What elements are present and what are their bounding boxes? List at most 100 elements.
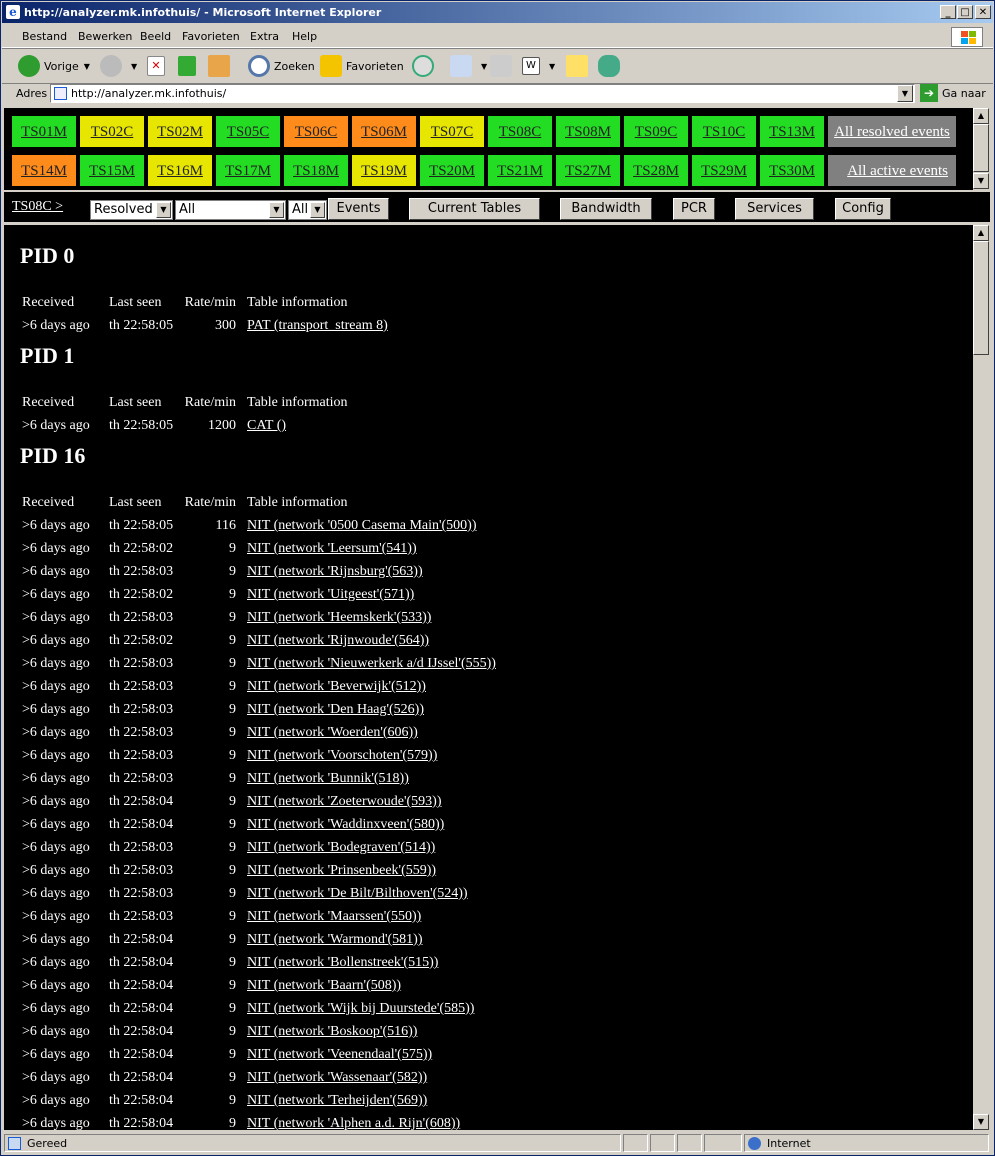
ts-tile-ts27m[interactable]: TS27M bbox=[555, 154, 621, 187]
table-info-link[interactable]: NIT (network 'Prinsenbeek'(559)) bbox=[247, 863, 436, 879]
menu-beeld[interactable]: Beeld bbox=[140, 30, 171, 43]
table-info-link[interactable]: NIT (network 'Wassenaar'(582)) bbox=[247, 1070, 427, 1086]
scroll-thumb[interactable] bbox=[973, 241, 989, 355]
ts-tile-ts02c[interactable]: TS02C bbox=[79, 115, 145, 148]
ts-tile-ts01m[interactable]: TS01M bbox=[11, 115, 77, 148]
scope-filter-select[interactable]: All ▼ bbox=[288, 200, 327, 220]
table-info-link[interactable]: NIT (network 'Baarn'(508)) bbox=[247, 978, 401, 994]
menu-favorieten[interactable]: Favorieten bbox=[182, 30, 240, 43]
menu-bestand[interactable]: Bestand bbox=[22, 30, 67, 43]
ts-tile-ts13m[interactable]: TS13M bbox=[759, 115, 825, 148]
table-info-link[interactable]: NIT (network 'Alphen a.d. Rijn'(608)) bbox=[247, 1116, 460, 1130]
ts-tile-ts06c[interactable]: TS06C bbox=[283, 115, 349, 148]
config-button[interactable]: Config bbox=[835, 198, 891, 220]
ts-tile-ts09c[interactable]: TS09C bbox=[623, 115, 689, 148]
table-info-link[interactable]: NIT (network 'Bollenstreek'(515)) bbox=[247, 955, 438, 971]
refresh-button[interactable] bbox=[178, 54, 200, 78]
type-filter-select[interactable]: All ▼ bbox=[175, 200, 286, 220]
search-button[interactable]: Zoeken bbox=[248, 54, 315, 78]
back-button[interactable]: Vorige ▼ bbox=[18, 54, 90, 78]
table-info-link[interactable]: NIT (network 'Bunnik'(518)) bbox=[247, 771, 409, 787]
printer-icon bbox=[490, 55, 512, 77]
table-info-link[interactable]: NIT (network 'Rijnwoude'(564)) bbox=[247, 633, 429, 649]
stop-button[interactable]: ✕ bbox=[147, 54, 169, 78]
address-field[interactable]: ▼ bbox=[50, 84, 915, 103]
ts-tile-ts28m[interactable]: TS28M bbox=[623, 154, 689, 187]
minimize-button[interactable]: _ bbox=[940, 5, 956, 19]
ts-tile-ts06m[interactable]: TS06M bbox=[351, 115, 417, 148]
ts-tile-ts19m[interactable]: TS19M bbox=[351, 154, 417, 187]
menu-bewerken[interactable]: Bewerken bbox=[78, 30, 132, 43]
table-info-link[interactable]: NIT (network 'Den Haag'(526)) bbox=[247, 702, 424, 718]
main-scrollbar[interactable]: ▲ ▼ bbox=[973, 225, 990, 1130]
ts-tile-ts20m[interactable]: TS20M bbox=[419, 154, 485, 187]
scroll-thumb[interactable] bbox=[973, 124, 989, 172]
ts-frame-scrollbar[interactable]: ▲ ▼ bbox=[973, 108, 990, 190]
table-info-link[interactable]: NIT (network '0500 Casema Main'(500)) bbox=[247, 518, 477, 534]
menu-extra[interactable]: Extra bbox=[250, 30, 279, 43]
table-info-link[interactable]: NIT (network 'Voorschoten'(579)) bbox=[247, 748, 437, 764]
table-info-link[interactable]: NIT (network 'Nieuwerkerk a/d IJssel'(55… bbox=[247, 656, 496, 672]
discuss-button[interactable] bbox=[566, 54, 592, 78]
table-info-link[interactable]: NIT (network 'Woerden'(606)) bbox=[247, 725, 418, 741]
table-info-link[interactable]: CAT () bbox=[247, 418, 286, 434]
forward-button[interactable]: ▼ bbox=[100, 54, 137, 78]
messenger-button[interactable] bbox=[598, 54, 624, 78]
table-info-link[interactable]: NIT (network 'Rijnsburg'(563)) bbox=[247, 564, 423, 580]
ts-tile-ts05c[interactable]: TS05C bbox=[215, 115, 281, 148]
table-info-link[interactable]: NIT (network 'Bodegraven'(514)) bbox=[247, 840, 435, 856]
mail-button[interactable]: ▼ bbox=[450, 54, 487, 78]
go-button[interactable]: ➔ Ga naar bbox=[920, 84, 986, 102]
state-filter-select[interactable]: Resolved ▼ bbox=[90, 200, 173, 220]
current-tables-button[interactable]: Current Tables bbox=[409, 198, 540, 220]
scroll-up-button[interactable]: ▲ bbox=[973, 225, 989, 241]
table-info-link[interactable]: NIT (network 'Wijk bij Duurstede'(585)) bbox=[247, 1001, 474, 1017]
ts-tile-ts21m[interactable]: TS21M bbox=[487, 154, 553, 187]
table-info-link[interactable]: NIT (network 'Uitgeest'(571)) bbox=[247, 587, 414, 603]
pcr-button[interactable]: PCR bbox=[673, 198, 715, 220]
address-dropdown-button[interactable]: ▼ bbox=[897, 85, 913, 102]
ts-tile-ts08c[interactable]: TS08C bbox=[487, 115, 553, 148]
breadcrumb-link[interactable]: TS08C > bbox=[12, 199, 63, 215]
menu-help[interactable]: Help bbox=[292, 30, 317, 43]
address-input[interactable] bbox=[71, 86, 871, 101]
table-info-link[interactable]: NIT (network 'Warmond'(581)) bbox=[247, 932, 423, 948]
history-button[interactable] bbox=[412, 54, 438, 78]
ts-tile-ts16m[interactable]: TS16M bbox=[147, 154, 213, 187]
all-resolved-events-link[interactable]: All resolved events bbox=[827, 115, 957, 148]
table-info-link[interactable]: NIT (network 'Zoeterwoude'(593)) bbox=[247, 794, 442, 810]
scroll-down-button[interactable]: ▼ bbox=[973, 173, 989, 189]
ts-tile-ts07c[interactable]: TS07C bbox=[419, 115, 485, 148]
scroll-up-button[interactable]: ▲ bbox=[973, 108, 989, 124]
ts-tile-ts10c[interactable]: TS10C bbox=[691, 115, 757, 148]
table-info-link[interactable]: NIT (network 'Maarssen'(550)) bbox=[247, 909, 421, 925]
print-button[interactable] bbox=[490, 54, 516, 78]
table-info-link[interactable]: PAT (transport_stream 8) bbox=[247, 318, 388, 334]
services-button[interactable]: Services bbox=[735, 198, 814, 220]
table-info-link[interactable]: NIT (network 'Heemskerk'(533)) bbox=[247, 610, 431, 626]
table-info-link[interactable]: NIT (network 'Waddinxveen'(580)) bbox=[247, 817, 444, 833]
bandwidth-button[interactable]: Bandwidth bbox=[560, 198, 652, 220]
ts-tile-ts15m[interactable]: TS15M bbox=[79, 154, 145, 187]
maximize-button[interactable]: □ bbox=[957, 5, 973, 19]
table-info-link[interactable]: NIT (network 'Beverwijk'(512)) bbox=[247, 679, 426, 695]
all-active-events-link[interactable]: All active events bbox=[827, 154, 957, 187]
home-button[interactable] bbox=[208, 54, 234, 78]
ts-tile-ts29m[interactable]: TS29M bbox=[691, 154, 757, 187]
ts-tile-ts02m[interactable]: TS02M bbox=[147, 115, 213, 148]
ts-tile-ts08m[interactable]: TS08M bbox=[555, 115, 621, 148]
ts-tile-ts30m[interactable]: TS30M bbox=[759, 154, 825, 187]
table-info-link[interactable]: NIT (network 'Leersum'(541)) bbox=[247, 541, 417, 557]
table-info-link[interactable]: NIT (network 'Boskoop'(516)) bbox=[247, 1024, 417, 1040]
edit-button[interactable]: W ▼ bbox=[522, 54, 555, 78]
ts-tile-ts17m[interactable]: TS17M bbox=[215, 154, 281, 187]
events-button[interactable]: Events bbox=[328, 198, 389, 220]
table-info-link[interactable]: NIT (network 'De Bilt/Bilthoven'(524)) bbox=[247, 886, 468, 902]
scroll-down-button[interactable]: ▼ bbox=[973, 1114, 989, 1130]
table-info-link[interactable]: NIT (network 'Terheijden'(569)) bbox=[247, 1093, 427, 1109]
table-info-link[interactable]: NIT (network 'Veenendaal'(575)) bbox=[247, 1047, 432, 1063]
ts-tile-ts14m[interactable]: TS14M bbox=[11, 154, 77, 187]
close-button[interactable]: ✕ bbox=[975, 5, 991, 19]
ts-tile-ts18m[interactable]: TS18M bbox=[283, 154, 349, 187]
favorites-button[interactable]: Favorieten bbox=[320, 54, 404, 78]
